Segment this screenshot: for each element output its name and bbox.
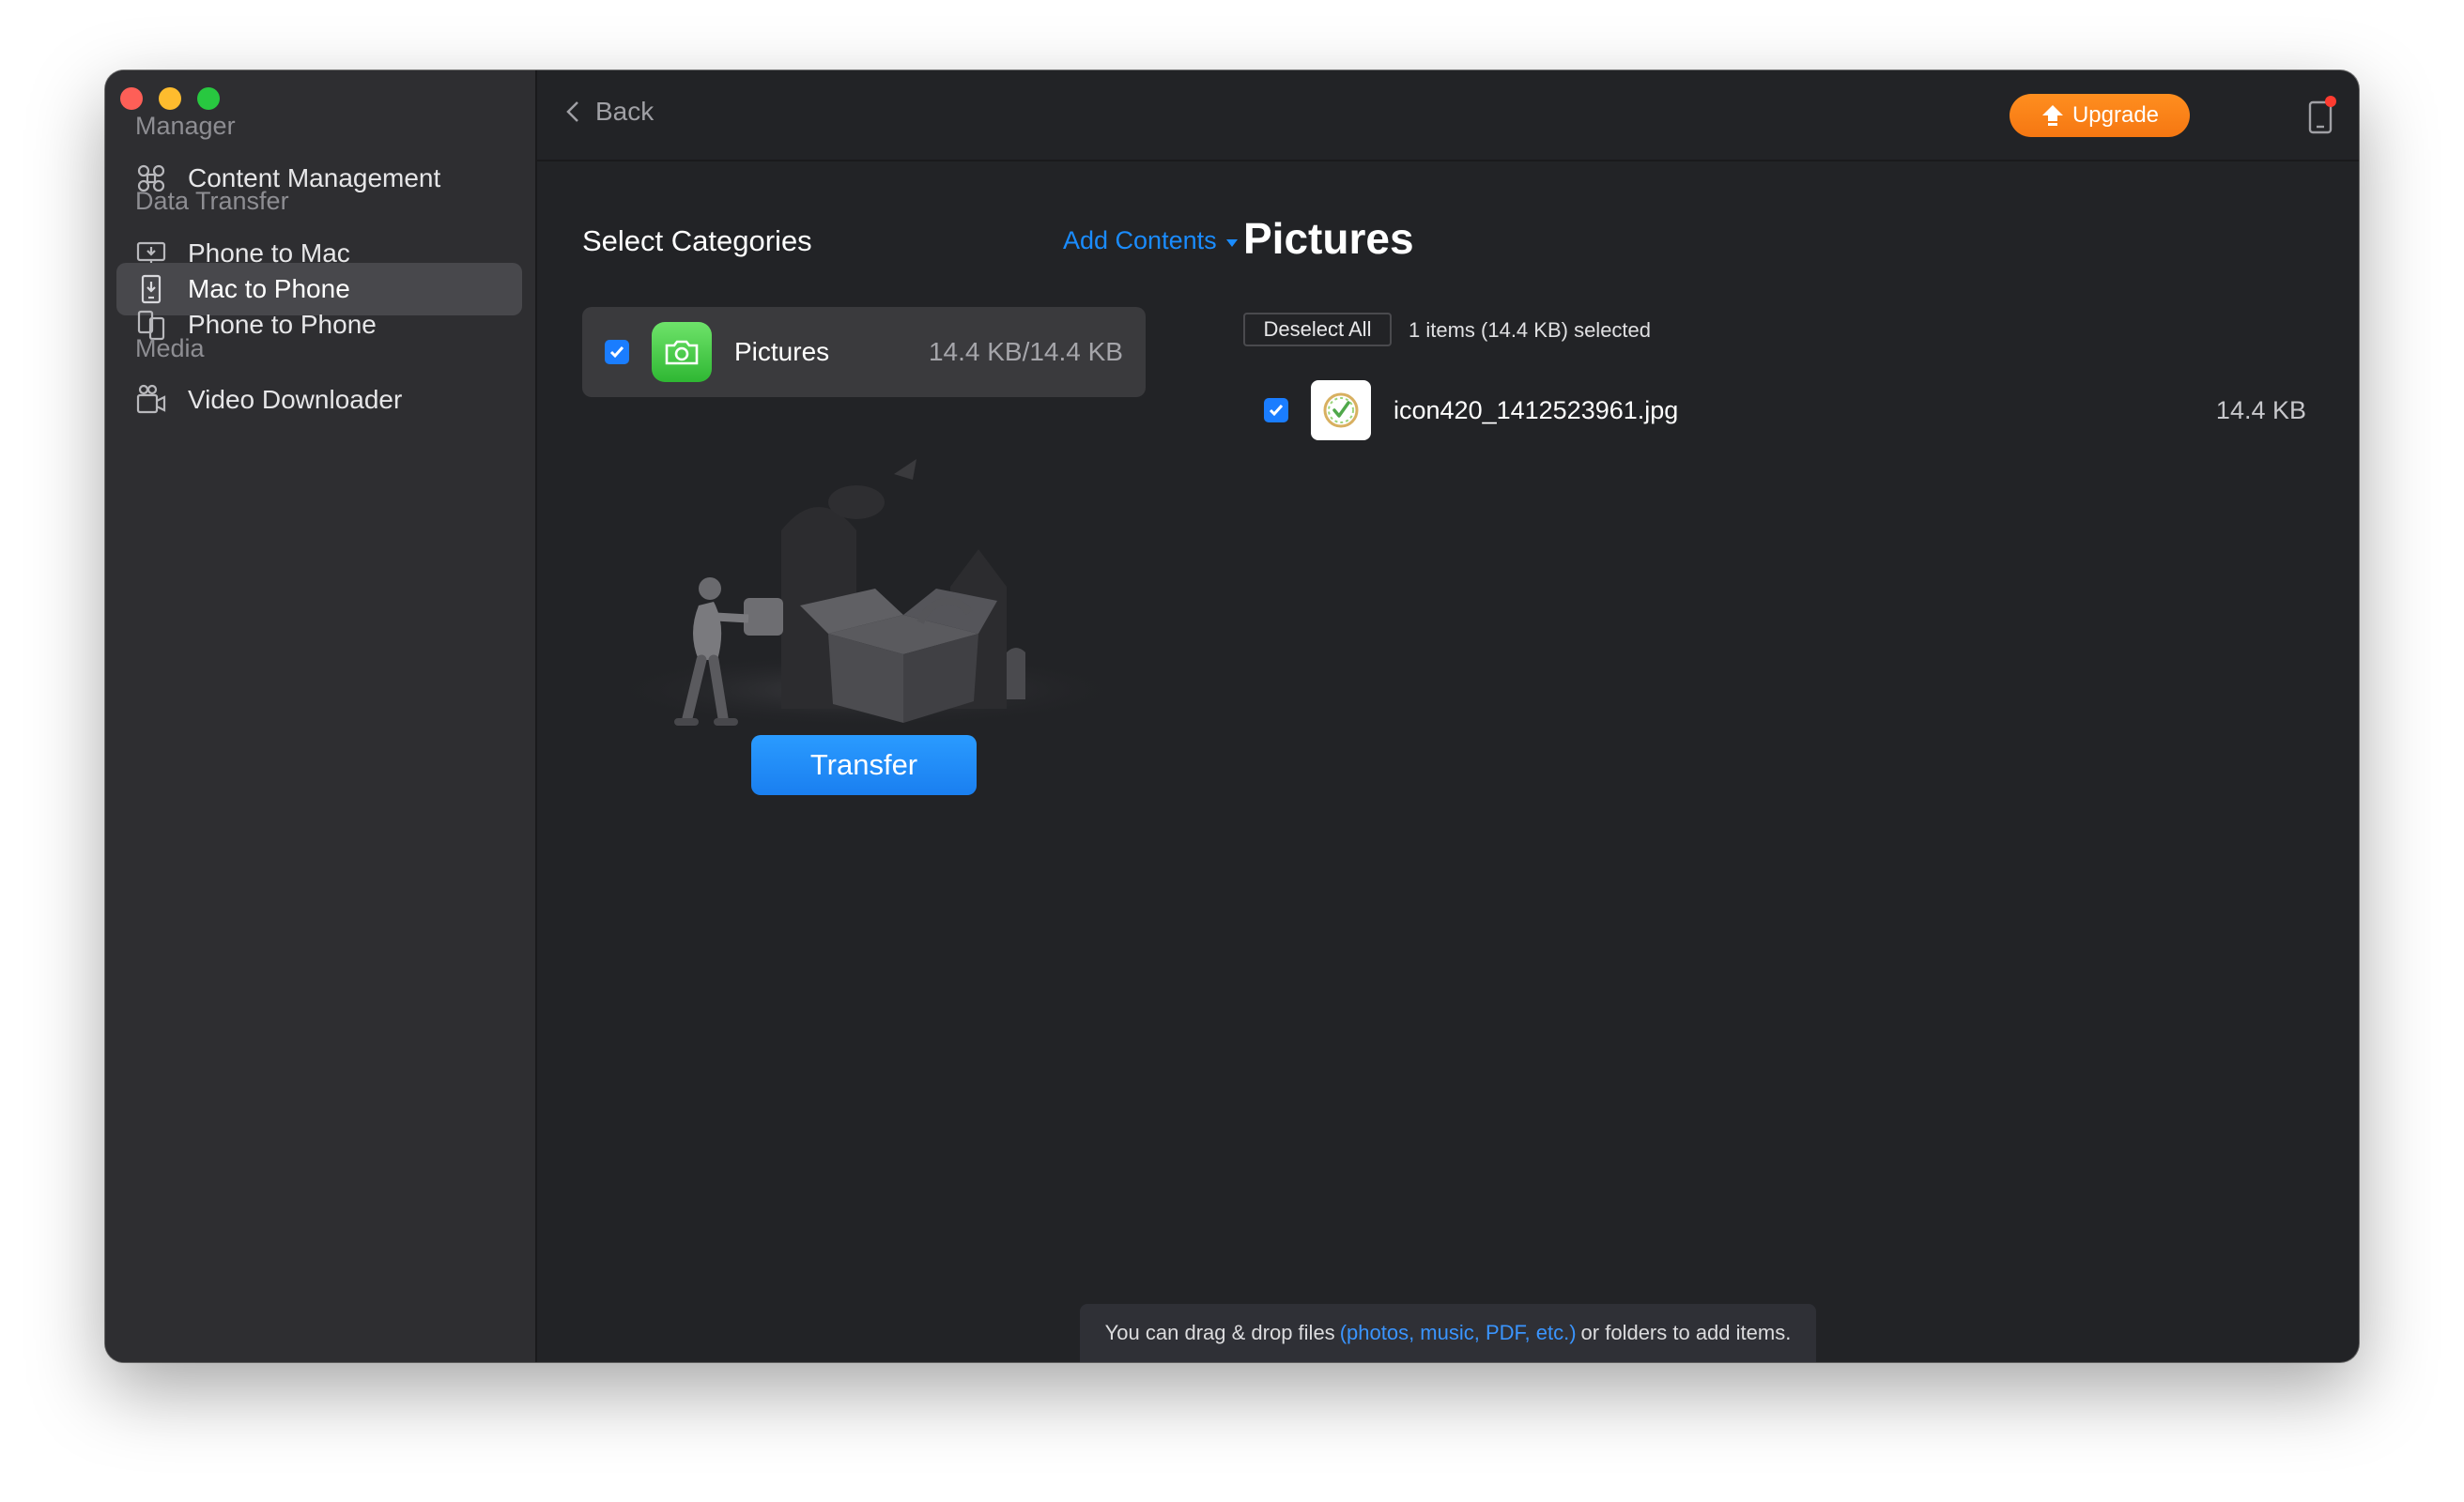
sidebar-item-label: Video Downloader [188,385,403,414]
hint-suffix: or folders to add items. [1580,1321,1792,1344]
app-window: Manager Content Management Data Transfer… [105,70,2359,1362]
hint-file-types-link[interactable]: (photos, music, PDF, etc.) [1340,1321,1577,1345]
select-categories-title: Select Categories [582,224,812,257]
sidebar: Manager Content Management Data Transfer… [105,70,537,1362]
sidebar-item-label: Phone to Phone [188,310,377,339]
upgrade-button[interactable]: Upgrade [2010,94,2190,137]
toolbar: Back Upgrade [537,70,2359,161]
detail-title: Pictures [1243,214,1414,263]
upgrade-arrow-icon [2041,105,2063,126]
category-row-pictures[interactable]: Pictures 14.4 KB/14.4 KB [582,307,1146,397]
category-checkbox[interactable] [605,340,629,364]
file-name: icon420_1412523961.jpg [1394,395,1679,424]
section-label-data-transfer: Data Transfer [135,187,289,215]
back-button[interactable]: Back [563,97,654,127]
caret-down-icon [1225,238,1238,247]
file-checkbox[interactable] [1264,398,1288,422]
upgrade-label: Upgrade [2071,102,2160,128]
category-size: 14.4 KB/14.4 KB [928,337,1123,366]
chevron-left-icon [566,101,578,122]
back-label: Back [595,97,654,126]
window-controls [120,87,220,110]
add-contents-dropdown[interactable]: Add Contents [1063,226,1238,255]
file-row[interactable]: icon420_1412523961.jpg 14.4 KB [1264,380,2306,440]
main-panel: Back Upgrade Select Categories Add Conte… [537,70,2359,1362]
file-size: 14.4 KB [2215,395,2306,424]
video-download-icon [135,384,167,416]
device-icon[interactable] [2302,93,2340,138]
section-label-media: Media [135,334,205,362]
sidebar-item-video-downloader[interactable]: Video Downloader [116,374,522,426]
close-window-button[interactable] [120,87,143,110]
checkmark-icon [1269,405,1284,417]
category-name: Pictures [734,337,830,366]
file-thumbnail [1311,380,1371,440]
checkmark-icon [609,346,624,359]
hint-prefix: You can drag & drop files [1104,1321,1335,1344]
deselect-all-button[interactable]: Deselect All [1243,313,1392,346]
clock-check-icon [1323,392,1359,428]
add-contents-label: Add Contents [1063,226,1217,254]
selection-summary: 1 items (14.4 KB) selected [1409,318,1652,342]
transfer-button[interactable]: Transfer [751,735,977,795]
drag-drop-hint: You can drag & drop files (photos, music… [1080,1304,1816,1362]
camera-icon [652,322,712,382]
section-label-manager: Manager [135,112,236,140]
minimize-window-button[interactable] [159,87,181,110]
zoom-window-button[interactable] [197,87,220,110]
